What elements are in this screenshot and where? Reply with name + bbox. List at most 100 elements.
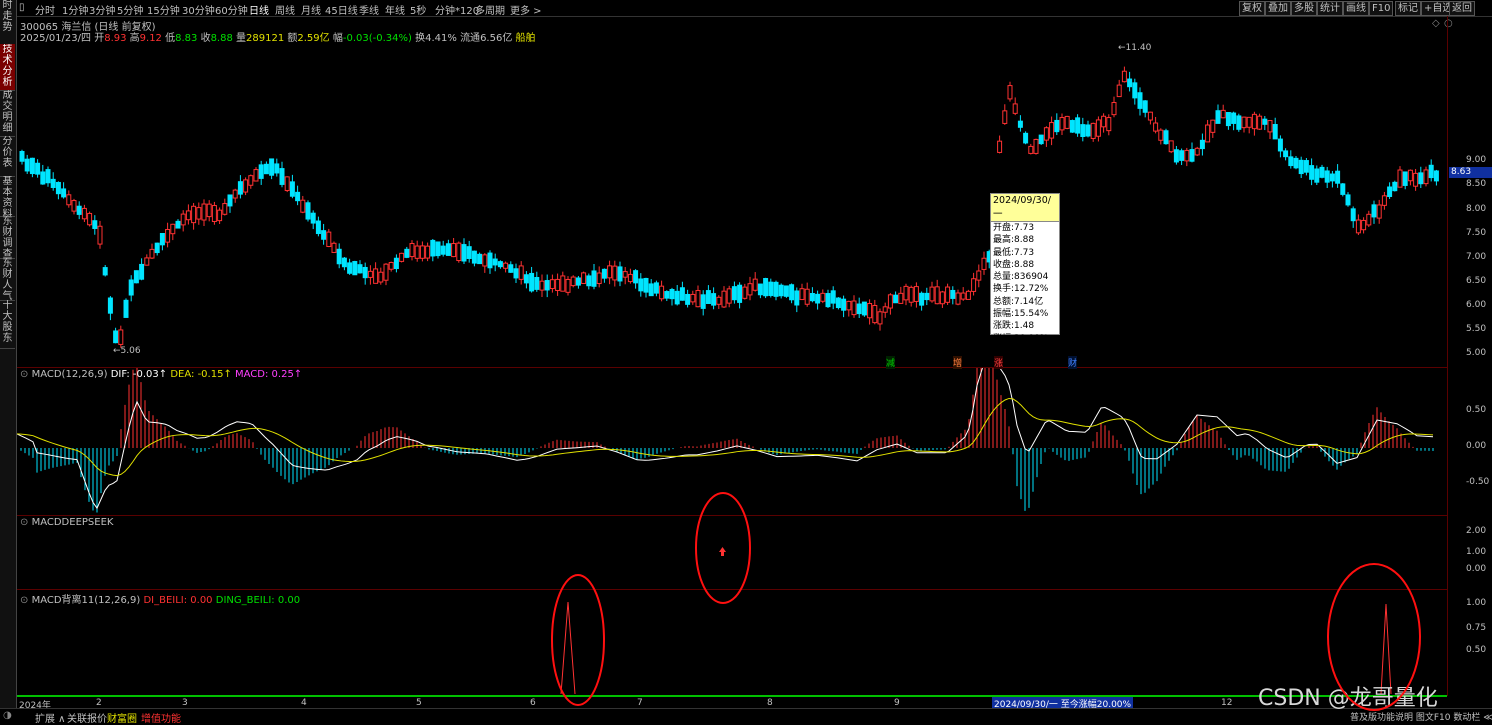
candle-body — [357, 264, 363, 274]
candlestick-chart[interactable] — [17, 16, 1447, 366]
candle-body — [1147, 111, 1153, 121]
period-tab-15[interactable]: 多周期 — [475, 2, 505, 17]
candle-body — [913, 286, 919, 302]
toolbar-button-0[interactable]: 复权 — [1239, 1, 1265, 16]
left-tab-5[interactable]: 东财调查 — [0, 216, 15, 259]
period-tab-10[interactable]: 45日线 — [325, 2, 358, 17]
period-tab-4[interactable]: 15分钟 — [147, 2, 180, 17]
candle-body — [1090, 122, 1096, 139]
period-tab-6[interactable]: 60分钟 — [215, 2, 248, 17]
candle-body — [721, 290, 727, 308]
left-tab-7[interactable]: 十大股东 — [0, 300, 15, 349]
candle-body — [867, 302, 873, 319]
candle-body — [1329, 173, 1335, 182]
period-tab-8[interactable]: 周线 — [275, 2, 295, 17]
toolbar-button-3[interactable]: 统计 — [1317, 1, 1343, 16]
period-tab-7[interactable]: 日线 — [249, 2, 269, 17]
candle-body — [1262, 118, 1268, 125]
candle-body — [263, 163, 269, 175]
period-tab-3[interactable]: 5分钟 — [117, 2, 143, 17]
toolbar-button-5[interactable]: F10 — [1369, 1, 1394, 16]
price-y-tick: 8.00 — [1466, 204, 1487, 214]
candle-body — [1163, 130, 1169, 145]
left-tab-2[interactable]: 成交明细 — [0, 90, 15, 137]
candle-body — [222, 203, 228, 215]
deepseek-chart[interactable] — [17, 516, 1447, 589]
candle-body — [201, 203, 207, 221]
candle-body — [1085, 124, 1091, 137]
candle-body — [373, 268, 379, 284]
candle-body — [456, 242, 462, 262]
candle-body — [1023, 132, 1029, 144]
candle-body — [1168, 140, 1174, 153]
panel-menu-icon[interactable]: ⊙ — [20, 369, 28, 380]
left-tab-1[interactable]: 技术分析 — [0, 44, 15, 91]
panel-menu-icon[interactable]: ⊙ — [20, 595, 28, 606]
toolbar-button-4[interactable]: 画线 — [1343, 1, 1369, 16]
candle-body — [971, 278, 977, 292]
candle-body — [92, 220, 98, 229]
price-y-tick: 6.50 — [1466, 276, 1487, 286]
candle-body — [549, 279, 555, 290]
period-tab-1[interactable]: 1分钟 — [62, 2, 88, 17]
event-tag-reduce[interactable]: 减 — [886, 356, 896, 369]
period-tab-0[interactable]: 分时 — [35, 2, 55, 17]
event-tag-increase[interactable]: 增 — [953, 356, 963, 369]
di-beili-spike — [560, 601, 576, 695]
toolbar-button-2[interactable]: 多股 — [1291, 1, 1317, 16]
candle-body — [1153, 122, 1159, 132]
candle-body — [1309, 165, 1315, 180]
event-tag-finance[interactable]: 财 — [1068, 356, 1078, 369]
left-tab-6[interactable]: 东财人气 — [0, 258, 15, 301]
candle-body — [529, 272, 535, 292]
period-tab-16[interactable]: 更多 > — [510, 2, 542, 17]
price-axis-divider — [1447, 16, 1448, 696]
beili-y-tick: 0.75 — [1466, 623, 1487, 633]
candle-body — [924, 292, 930, 301]
candle-body — [763, 278, 769, 297]
candle-body — [560, 275, 566, 292]
candle-body — [747, 283, 753, 296]
candle-body — [955, 292, 961, 305]
x-axis-label: 9 — [894, 698, 900, 708]
candle-body — [1127, 78, 1133, 88]
left-tab-4[interactable]: 基本资料 — [0, 176, 15, 217]
candle-body — [1038, 134, 1044, 145]
period-tab-14[interactable]: 分钟*120 — [435, 2, 479, 17]
deepseek-y-tick: 0.00 — [1466, 564, 1487, 574]
candle-body — [107, 297, 113, 314]
left-tab-0[interactable]: 时走势 — [0, 0, 15, 45]
period-tab-13[interactable]: 5秒 — [410, 2, 426, 17]
candle-body — [81, 207, 87, 220]
candle-body — [1376, 204, 1382, 219]
candle-body — [1319, 166, 1325, 178]
toolbar-button-8[interactable]: 返回 — [1449, 1, 1475, 16]
period-tab-12[interactable]: 年线 — [385, 2, 405, 17]
candle-body — [347, 262, 353, 274]
x-axis-label: 8 — [767, 698, 773, 708]
toggle-icon[interactable]: ◑ — [3, 710, 12, 721]
candle-body — [1407, 169, 1413, 182]
period-tab-11[interactable]: 季线 — [359, 2, 379, 17]
candle-body — [1381, 195, 1387, 206]
macd-chart[interactable] — [17, 368, 1447, 515]
lock-icon[interactable]: ▯ — [19, 2, 25, 13]
candle-body — [139, 263, 145, 280]
candle-body — [1158, 129, 1164, 141]
toolbar-button-1[interactable]: 叠加 — [1265, 1, 1291, 16]
period-tab-9[interactable]: 月线 — [301, 2, 321, 17]
toolbar-button-6[interactable]: 标记 — [1395, 1, 1421, 16]
candle-body — [341, 257, 347, 268]
dea-value: DEA: -0.15↑ — [170, 369, 232, 380]
candle-body — [513, 268, 519, 279]
candle-body — [367, 270, 373, 278]
candle-body — [305, 202, 311, 220]
panel-menu-icon[interactable]: ⊙ — [20, 517, 28, 528]
candle-body — [487, 252, 493, 269]
price-y-tick: 7.00 — [1466, 252, 1487, 262]
period-tab-5[interactable]: 30分钟 — [182, 2, 215, 17]
left-tab-3[interactable]: 分价表 — [0, 136, 15, 177]
candle-body — [887, 294, 893, 309]
event-tag-limit-up[interactable]: 涨 — [994, 356, 1004, 369]
period-tab-2[interactable]: 3分钟 — [89, 2, 115, 17]
